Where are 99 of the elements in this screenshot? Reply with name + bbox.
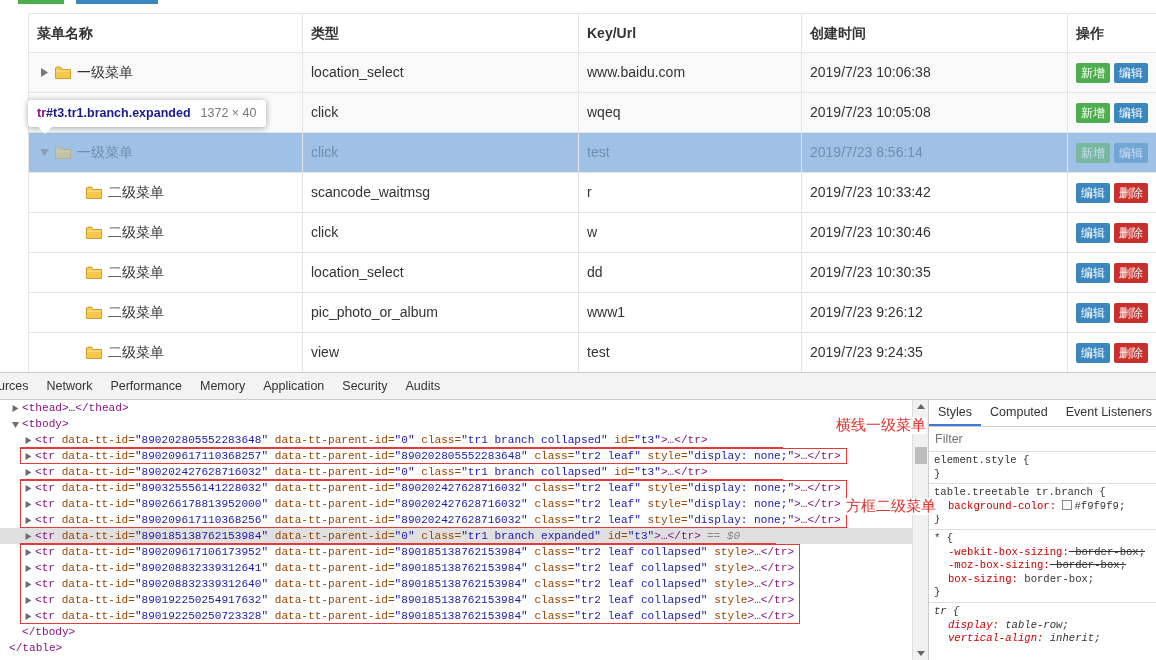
dom-node[interactable]: <tr data-tt-id="890325556141228032" data-tt-parent-id="890202427628716032" class="tr2 leaf" style="display: none;">…</tr> [35, 480, 841, 496]
table-cell: 2019/7/23 9:26:12 [801, 292, 1068, 333]
edit-button[interactable]: 编辑 [1076, 263, 1110, 283]
table-cell: 2019/7/23 10:33:42 [801, 172, 1068, 213]
table-cell: 2019/7/23 10:30:35 [801, 252, 1068, 293]
folder-icon [55, 146, 71, 159]
dom-node[interactable]: <tr data-tt-id="890202805552283648" data-tt-parent-id="0" class="tr1 branch collapsed" id="t3">…</tr> [35, 432, 708, 448]
menu-name: 二级菜单 [108, 183, 164, 202]
table-cell: location_select [302, 252, 579, 293]
edit-button[interactable]: 编辑 [1076, 343, 1110, 363]
table-cell: 2019/7/23 10:06:38 [801, 52, 1068, 93]
edit-button[interactable]: 编辑 [1076, 303, 1110, 323]
console-reference: == $0 [706, 529, 741, 544]
delete-button[interactable]: 删除 [1114, 223, 1148, 243]
delete-button[interactable]: 删除 [1114, 263, 1148, 283]
annotation-note: 横线一级菜单 [835, 417, 927, 434]
element-size: 1372 × 40 [200, 105, 257, 122]
table-cell: test [578, 132, 802, 173]
folder-icon [86, 186, 102, 199]
dom-node[interactable]: </table> [9, 640, 63, 656]
menu-name: 二级菜单 [108, 343, 164, 362]
table-cell: w [578, 212, 802, 253]
panel-tab[interactable]: Styles [929, 400, 982, 426]
table-cell: pic_photo_or_album [302, 292, 579, 333]
css-brace: } [934, 467, 942, 482]
table-cell: test [578, 332, 802, 372]
devtools-tab[interactable]: Network [37, 376, 102, 396]
edit-button[interactable]: 编辑 [1114, 103, 1148, 123]
menu-name: 二级菜单 [108, 223, 164, 242]
folder-icon [55, 66, 71, 79]
column-header: 创建时间 [801, 13, 1068, 53]
menu-name: 一级菜单 [77, 63, 133, 82]
css-declaration: -webkit-box-sizing: border-box; [947, 545, 1146, 560]
table-cell: www.baidu.com [578, 52, 802, 93]
dom-node[interactable]: <thead>…</thead> [22, 400, 129, 416]
dom-node[interactable]: <tr data-tt-id="890208832339312640" data-tt-parent-id="890185138762153984" class="tr2 leaf collapsed" style>…</tr> [35, 576, 795, 592]
selected-node-row[interactable]: <tr data-tt-id="890185138762153984" data-tt-parent-id="0" class="tr1 branch expanded" id="t3">…</tr> == $0 [0, 528, 912, 544]
table-cell: r [578, 172, 802, 213]
menu-name: 二级菜单 [108, 303, 164, 322]
devtools-tab[interactable]: Memory [191, 376, 255, 396]
css-property: background-color: [948, 499, 1057, 514]
dom-node[interactable]: <tr data-tt-id="890266178813952000" data-tt-parent-id="890202427628716032" class="tr2 leaf" style="display: none;">…</tr> [35, 496, 841, 512]
table-cell: view [302, 332, 579, 372]
dom-node[interactable]: <tr data-tt-id="890208832339312641" data-tt-parent-id="890185138762153984" class="tr2 leaf collapsed" style>…</tr> [35, 560, 795, 576]
table-cell: click [302, 92, 579, 133]
css-value: #f9f9f9; [1074, 499, 1126, 514]
delete-button[interactable]: 删除 [1114, 343, 1148, 363]
table-cell: click [302, 132, 579, 173]
dom-node[interactable]: <tr data-tt-id="890209617110368256" data-tt-parent-id="890202427628716032" class="tr2 leaf" style="display: none;">…</tr> [35, 512, 841, 528]
folder-icon [86, 306, 102, 319]
folder-icon [86, 266, 102, 279]
edit-button[interactable]: 编辑 [1076, 223, 1110, 243]
panel-tab[interactable]: Computed [981, 400, 1057, 426]
devtools-tab[interactable]: Application [254, 376, 334, 396]
menu-name: 二级菜单 [108, 263, 164, 282]
panel-tab[interactable]: Event Listeners [1056, 400, 1156, 426]
edit-button[interactable]: 编辑 [1076, 183, 1110, 203]
dom-node[interactable]: <tbody> [22, 416, 69, 432]
table-cell: click [302, 212, 579, 253]
dom-node[interactable]: <tr data-tt-id="890202427628716032" data-tt-parent-id="0" class="tr1 branch collapsed" id="t3">…</tr> [35, 464, 708, 480]
devtools-tab[interactable]: Security [333, 376, 397, 396]
dom-node[interactable]: <tr data-tt-id="890192250250723328" data-tt-parent-id="890185138762153984" class="tr2 leaf collapsed" style>…</tr> [35, 608, 795, 624]
delete-button[interactable]: 删除 [1114, 183, 1148, 203]
folder-icon [86, 226, 102, 239]
css-selector: tr { [934, 604, 961, 619]
annotation-note: 方框二级菜单 [845, 498, 937, 515]
table-cell: 2019/7/23 9:24:35 [801, 332, 1068, 372]
dom-node[interactable]: <tr data-tt-id="890209617110368257" data-tt-parent-id="890202805552283648" class="tr2 leaf" style="display: none;">…</tr> [35, 448, 841, 464]
css-selector: element.style { [934, 454, 1031, 468]
element-selector: tr#t3.tr1.branch.expanded [37, 105, 191, 122]
table-cell: wqeq [578, 92, 802, 133]
css-declaration: box-sizing: border-box; [947, 572, 1095, 587]
column-header: Key/Url [578, 13, 802, 53]
table-cell: dd [578, 252, 802, 293]
edit-button[interactable]: 编辑 [1114, 63, 1148, 83]
table-cell: 2019/7/23 10:05:08 [801, 92, 1068, 133]
css-declaration: -moz-box-sizing: border-box; [947, 559, 1126, 573]
dom-node[interactable]: </tbody> [22, 624, 76, 640]
folder-icon [86, 346, 102, 359]
table-cell: location_select [302, 52, 579, 93]
column-header: 类型 [302, 13, 579, 53]
dom-node[interactable]: <tr data-tt-id="890209617106173952" data-tt-parent-id="890185138762153984" class="tr2 leaf collapsed" style>…</tr> [35, 544, 795, 560]
color-swatch[interactable] [1062, 499, 1073, 510]
column-header: 操作 [1067, 13, 1156, 53]
delete-button[interactable]: 删除 [1114, 303, 1148, 323]
devtools-tab[interactable]: Performance [101, 376, 191, 396]
table-cell: www1 [578, 292, 802, 333]
css-declaration: vertical-align: inherit; [947, 632, 1101, 646]
devtools-tab[interactable]: Audits [396, 376, 450, 396]
css-selector: * { [934, 531, 955, 546]
css-declaration: display: table-row; [947, 618, 1069, 633]
dom-node[interactable]: <tr data-tt-id="890185138762153984" data-tt-parent-id="0" class="tr1 branch expanded" id="t3">…</tr> [35, 528, 701, 544]
css-brace: } [934, 586, 942, 600]
table-cell: 2019/7/23 8:56:14 [801, 132, 1068, 173]
table-cell: 2019/7/23 10:30:46 [801, 212, 1068, 253]
dom-node[interactable]: <tr data-tt-id="890192250254917632" data-tt-parent-id="890185138762153984" class="tr2 leaf collapsed" style>…</tr> [35, 592, 795, 608]
css-selector: table.treetable tr.branch { [934, 486, 1107, 499]
table-cell: scancode_waitmsg [302, 172, 579, 213]
column-header: 菜单名称 [28, 13, 303, 53]
